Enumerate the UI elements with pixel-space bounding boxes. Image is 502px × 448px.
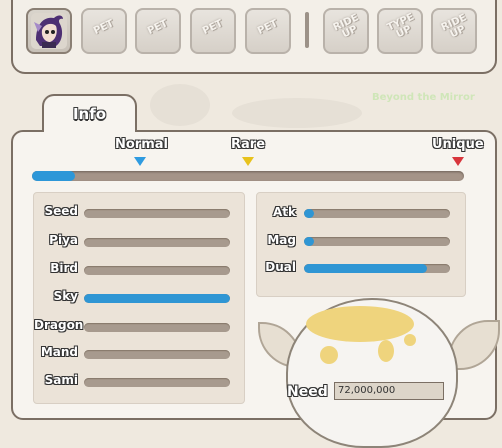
stat-bar-atk (304, 209, 450, 218)
need-label: Need (287, 384, 328, 400)
stat-label-atk: Atk (272, 205, 296, 219)
slot-ride-up-1[interactable]: RIDE UP (323, 8, 369, 54)
background-sign-text: Beyond the Mirror (372, 92, 475, 103)
stat-bar-fill (304, 237, 315, 246)
slot-divider (305, 12, 309, 48)
rarity-progress-bar (32, 171, 464, 181)
slot-character[interactable] (26, 8, 72, 54)
grade-marker-unique-icon (452, 157, 464, 166)
stat-bar-fill (304, 264, 427, 273)
slot-type-up[interactable]: TYPE UP (377, 8, 423, 54)
type-bar-dragon (84, 323, 230, 332)
tab-info-label: Info (72, 105, 107, 123)
type-bar-sky (84, 294, 230, 303)
slot-pet-3[interactable]: PET (190, 8, 236, 54)
background-flower-decoration (150, 84, 210, 126)
egg-glaze-decoration (306, 306, 414, 342)
type-label-sky: Sky (53, 289, 78, 303)
background-cloud-decoration (232, 98, 362, 128)
type-label-sami: Sami (44, 373, 78, 387)
type-bar-mand (84, 350, 230, 359)
slot-pet-1[interactable]: PET (81, 8, 127, 54)
type-label-dragon: Dragon (34, 318, 84, 332)
type-bar-sami (84, 378, 230, 387)
egg-glaze-drip (404, 334, 416, 346)
type-bar-fill (84, 294, 230, 303)
type-label-piya: Piya (49, 233, 78, 247)
rarity-progress-fill (32, 171, 76, 181)
type-bar-piya (84, 238, 230, 247)
slot-pet-2[interactable]: PET (135, 8, 181, 54)
type-bar-seed (84, 209, 230, 218)
stat-bar-fill (304, 209, 315, 218)
need-cost-field: 72,000,000 (334, 382, 444, 400)
grade-marker-rare-icon (242, 157, 254, 166)
type-label-seed: Seed (44, 204, 78, 218)
character-portrait-icon (31, 13, 67, 49)
stat-bar-dual (304, 264, 450, 273)
grade-label-normal: Normal (115, 137, 168, 152)
egg-glaze-drip (378, 340, 394, 362)
stat-label-mag: Mag (267, 233, 296, 247)
slot-pet-4[interactable]: PET (245, 8, 291, 54)
stat-bar-mag (304, 237, 450, 246)
stat-label-dual: Dual (265, 260, 296, 274)
grade-label-unique: Unique (432, 137, 484, 152)
slot-ride-up-2[interactable]: RIDE UP (431, 8, 477, 54)
type-bar-bird (84, 266, 230, 275)
egg-glaze-drip (320, 346, 338, 364)
type-label-mand: Mand (40, 345, 78, 359)
type-label-bird: Bird (50, 261, 78, 275)
grade-marker-normal-icon (134, 157, 146, 166)
tab-info[interactable]: Info (42, 94, 137, 132)
grade-label-rare: Rare (231, 137, 266, 152)
